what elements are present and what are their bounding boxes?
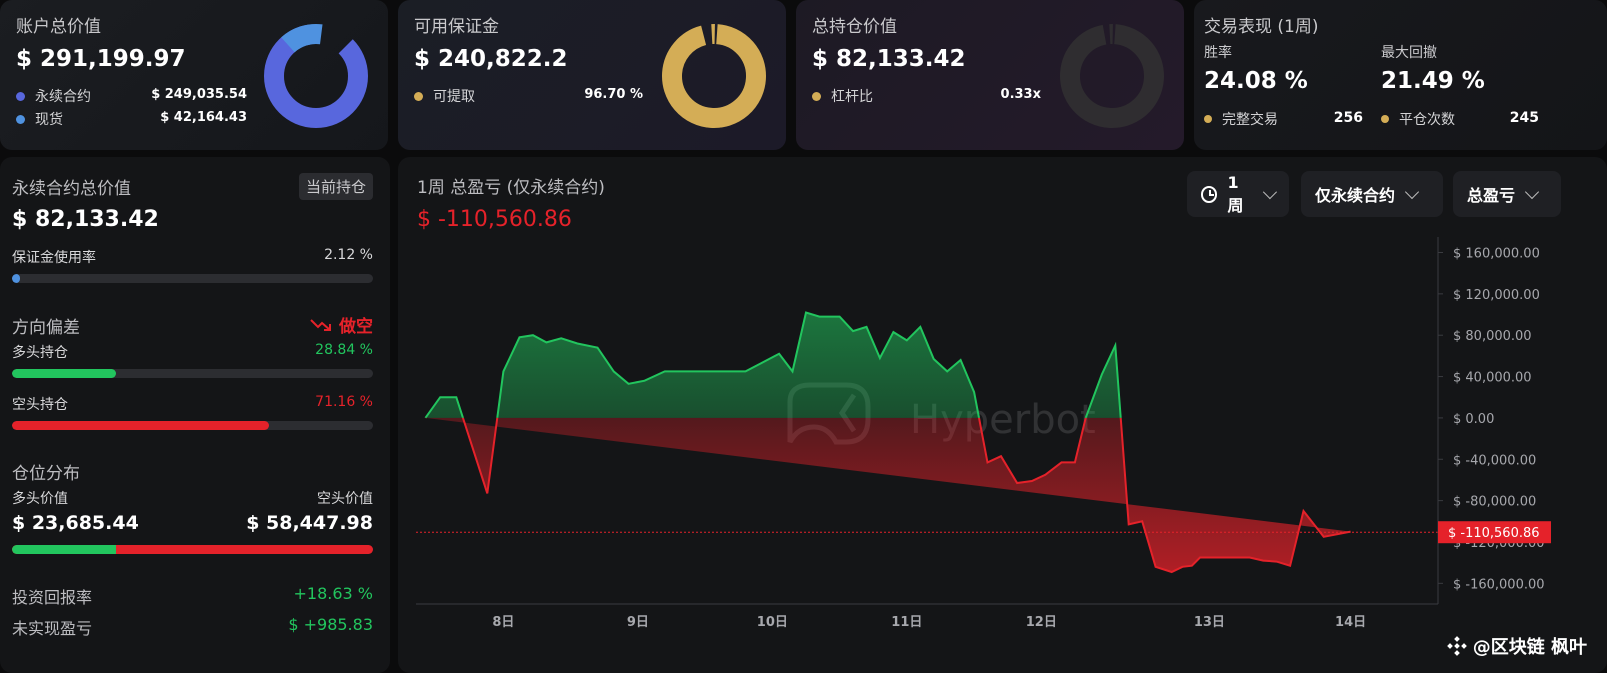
unrealized-pnl-value: $ +985.83 <box>288 615 373 634</box>
brand-text: @区块链 枫叶 <box>1472 637 1587 658</box>
position-value: $ 82,133.42 <box>812 46 966 72</box>
y-tick-label: $ 120,000.00 <box>1453 288 1540 303</box>
position-donut-chart <box>1060 23 1164 128</box>
withdrawable-label: 可提取 <box>433 89 475 105</box>
perp-dot-icon <box>16 91 25 101</box>
x-tick-label: 14日 <box>1335 615 1366 630</box>
long-value: $ 23,685.44 <box>12 512 139 534</box>
legend-spot-value: $ 42,164.43 <box>160 110 247 125</box>
legend-perp-label: 永续合约 <box>35 89 91 105</box>
position-distribution-bar <box>12 545 373 554</box>
perp-summary-panel: 永续合约总价值 当前持仓 $ 82,133.42 保证金使用率 2.12 % 方… <box>0 157 390 673</box>
margin-value: $ 240,822.2 <box>414 46 568 72</box>
legend-spot: 现货 <box>16 109 63 129</box>
win-rate-value: 24.08 % <box>1204 68 1308 94</box>
trend-down-icon <box>310 318 331 331</box>
complete-trades-label: 完整交易 <box>1222 112 1278 128</box>
legend-spot-label: 现货 <box>35 112 63 128</box>
brand-watermark: @区块链 枫叶 <box>1446 633 1587 659</box>
margin-usage-bar <box>12 274 373 283</box>
x-tick-label: 11日 <box>891 615 922 630</box>
short-position-bar <box>12 421 373 430</box>
short-position-bar-fill <box>12 421 269 430</box>
x-tick-label: 8日 <box>492 615 514 630</box>
distribution-long-fill <box>12 545 117 554</box>
binance-logo-icon <box>1446 636 1467 656</box>
legend-perp-value: $ 249,035.54 <box>151 87 247 102</box>
close-count-dot-icon <box>1381 115 1389 123</box>
complete-trades: 完整交易 <box>1204 109 1278 129</box>
x-tick-label: 13日 <box>1194 615 1225 630</box>
available-margin-card: 可用保证金 $ 240,822.2 可提取 96.70 % <box>398 0 786 150</box>
close-count: 平仓次数 <box>1381 109 1455 129</box>
legend-perp: 永续合约 <box>16 86 91 106</box>
long-position-bar <box>12 369 373 378</box>
long-value-label: 多头价值 <box>12 491 68 507</box>
long-position-bar-fill <box>12 369 117 378</box>
leverage-value: 0.33x <box>1000 87 1041 102</box>
roi-label: 投资回报率 <box>12 588 93 607</box>
short-value-label: 空头价值 <box>317 491 373 507</box>
short-position-label: 空头持仓 <box>12 397 68 413</box>
roi-value: +18.63 % <box>293 584 374 603</box>
margin-usage-value: 2.12 % <box>324 247 373 263</box>
x-tick-label: 10日 <box>757 615 788 630</box>
perp-title: 永续合约总价值 <box>12 179 131 199</box>
complete-trades-dot-icon <box>1204 115 1212 123</box>
leverage-dot-icon <box>812 91 821 101</box>
leverage-label: 杠杆比 <box>831 89 873 105</box>
close-count-label: 平仓次数 <box>1399 112 1455 128</box>
current-position-tag[interactable]: 当前持仓 <box>298 173 373 200</box>
y-tick-label: $ 80,000.00 <box>1453 329 1532 344</box>
short-value: $ 58,447.98 <box>246 512 373 534</box>
x-tick-label: 12日 <box>1026 615 1057 630</box>
direction-bias-value: 做空 <box>339 317 373 337</box>
legend-leverage: 杠杆比 <box>812 86 873 106</box>
close-count-value: 245 <box>1509 110 1539 126</box>
unrealized-pnl-label: 未实现盈亏 <box>12 619 93 638</box>
donut-withdrawable-segment <box>662 24 766 128</box>
position-distribution-label: 仓位分布 <box>12 464 80 484</box>
long-position-label: 多头持仓 <box>12 345 68 361</box>
pnl-chart-panel: 1周 总盈亏 (仅永续合约) $ -110,560.86 1周 仅永续合约 总盈… <box>398 157 1607 673</box>
margin-usage-bar-fill <box>12 274 20 283</box>
account-title: 账户总价值 <box>16 17 101 37</box>
position-title: 总持仓价值 <box>812 17 897 37</box>
account-donut-chart <box>264 23 368 128</box>
donut-unused-segment <box>1060 24 1164 128</box>
current-value-tag-label: $ -110,560.86 <box>1448 526 1540 541</box>
max-drawdown-label: 最大回撤 <box>1381 45 1437 61</box>
account-value-card: 账户总价值 $ 291,199.97 永续合约 $ 249,035.54 现货 … <box>0 0 388 150</box>
x-tick-label: 9日 <box>627 615 649 630</box>
y-tick-label: $ -160,000.00 <box>1453 577 1545 592</box>
long-position-pct: 28.84 % <box>315 342 373 358</box>
margin-usage-label: 保证金使用率 <box>12 250 96 266</box>
direction-bias: 做空 <box>309 312 373 337</box>
margin-donut-chart <box>662 23 766 128</box>
spot-dot-icon <box>16 114 25 124</box>
win-rate-label: 胜率 <box>1204 45 1232 61</box>
position-value-card: 总持仓价值 $ 82,133.42 杠杆比 0.33x <box>796 0 1184 150</box>
y-tick-label: $ -80,000.00 <box>1453 495 1536 510</box>
withdrawable-dot-icon <box>414 91 423 101</box>
withdrawable-value: 96.70 % <box>584 87 643 102</box>
account-value: $ 291,199.97 <box>16 46 186 72</box>
legend-withdrawable: 可提取 <box>414 86 475 106</box>
y-tick-label: $ -40,000.00 <box>1453 453 1536 468</box>
perf-title: 交易表现 (1周) <box>1204 17 1319 37</box>
max-drawdown-value: 21.49 % <box>1381 68 1485 94</box>
short-position-pct: 71.16 % <box>315 394 373 410</box>
pnl-area-chart: Hyperbot $ 160,000.00$ 120,000.00$ 80,00… <box>416 237 1551 630</box>
perp-value: $ 82,133.42 <box>12 207 159 232</box>
y-tick-label: $ 0.00 <box>1453 412 1494 427</box>
trade-performance-card: 交易表现 (1周) 胜率 24.08 % 最大回撤 21.49 % 完整交易 2… <box>1194 0 1607 150</box>
direction-bias-label: 方向偏差 <box>12 318 80 338</box>
complete-trades-value: 256 <box>1333 110 1363 126</box>
y-tick-label: $ 160,000.00 <box>1453 247 1540 262</box>
margin-title: 可用保证金 <box>414 17 499 37</box>
y-tick-label: $ 40,000.00 <box>1453 371 1532 386</box>
